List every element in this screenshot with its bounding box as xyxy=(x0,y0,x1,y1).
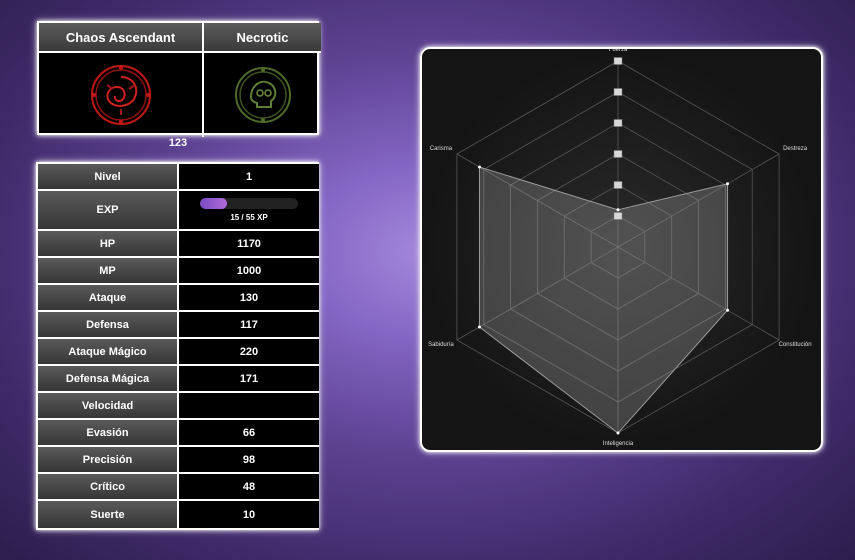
radar-data-point xyxy=(477,325,481,329)
character-id-label: 123 xyxy=(168,137,188,149)
stat-label: Suerte xyxy=(38,501,179,528)
stat-value: 1 xyxy=(179,164,319,189)
exp-progress-bar xyxy=(200,198,298,209)
stat-row: Precisión 98 xyxy=(38,447,319,474)
radar-axis-label: Sabiduría xyxy=(428,342,454,348)
radar-tick-box xyxy=(613,88,623,96)
radar-tick-box xyxy=(613,181,623,189)
element-emblem-cell xyxy=(204,53,321,137)
stat-row-level: Nivel 1 xyxy=(38,164,319,191)
radar-axis-label: Constitución xyxy=(779,342,812,348)
radar-data-area xyxy=(478,166,729,434)
stat-value: 117 xyxy=(179,312,319,337)
class-header-table: Chaos Ascendant Necrotic xyxy=(37,21,321,137)
exp-text: 15 / 55 XP xyxy=(230,213,268,222)
stat-row: Velocidad xyxy=(38,393,319,420)
stat-row: Crítico 48 xyxy=(38,474,319,501)
stat-value: 171 xyxy=(179,366,319,391)
exp-progress-fill xyxy=(200,198,227,209)
stat-value: 10 xyxy=(179,501,319,528)
stat-label: Nivel xyxy=(38,164,179,189)
stat-label: Velocidad xyxy=(38,393,179,418)
exp-cell: 15 / 55 XP xyxy=(179,191,319,229)
stat-row: Ataque Mágico 220 xyxy=(38,339,319,366)
radar-data-point xyxy=(477,165,481,169)
stat-label: Crítico xyxy=(38,474,179,499)
necrotic-emblem-icon xyxy=(234,67,291,123)
stat-label: Ataque Mágico xyxy=(38,339,179,364)
stat-value: 48 xyxy=(179,474,319,499)
stat-row: HP 1170 xyxy=(38,231,319,258)
radar-tick-box xyxy=(613,212,623,220)
stat-label: Evasión xyxy=(38,420,179,445)
radar-data-point xyxy=(726,182,730,186)
radar-data-point xyxy=(616,208,620,212)
radar-tick-box xyxy=(613,119,623,127)
stat-value: 1170 xyxy=(179,231,319,256)
stat-value: 130 xyxy=(179,285,319,310)
radar-data-point xyxy=(616,431,620,435)
radar-tick-box xyxy=(613,150,623,158)
stat-row-exp: EXP 15 / 55 XP xyxy=(38,191,319,231)
class-emblem-cell xyxy=(39,53,204,137)
chaos-emblem-icon xyxy=(90,65,151,125)
stat-row: Defensa 117 xyxy=(38,312,319,339)
class-name: Chaos Ascendant xyxy=(39,23,204,53)
radar-axis-label: Inteligencia xyxy=(603,441,634,447)
radar-axis-label: Fuerza xyxy=(609,49,628,53)
radar-axis-label: Destreza xyxy=(783,146,808,152)
stat-row: MP 1000 xyxy=(38,258,319,285)
stat-row: Ataque 130 xyxy=(38,285,319,312)
stat-value: 66 xyxy=(179,420,319,445)
stat-value: 98 xyxy=(179,447,319,472)
stat-label: EXP xyxy=(38,191,179,229)
stat-label: Ataque xyxy=(38,285,179,310)
stat-label: Defensa xyxy=(38,312,179,337)
stat-row: Evasión 66 xyxy=(38,420,319,447)
stats-radar-chart: Fuerza Destreza Constitución Inteligencia Sa… xyxy=(428,49,812,447)
radar-axis-label: Carisma xyxy=(430,146,453,152)
stat-label: HP xyxy=(38,231,179,256)
radar-chart-panel: Fuerza Destreza Constitución Inteligencia Sa… xyxy=(420,47,823,452)
stat-row: Defensa Mágica 171 xyxy=(38,366,319,393)
stat-label: MP xyxy=(38,258,179,283)
stat-row: Suerte 10 xyxy=(38,501,319,528)
radar-data-point xyxy=(726,308,730,312)
stat-value: 220 xyxy=(179,339,319,364)
stat-label: Precisión xyxy=(38,447,179,472)
stat-value xyxy=(179,393,319,418)
stat-label: Defensa Mágica xyxy=(38,366,179,391)
element-name: Necrotic xyxy=(204,23,321,53)
stat-value: 1000 xyxy=(179,258,319,283)
stats-table: Nivel 1 EXP 15 / 55 XP HP 1170 MP 1000 Ataqu… xyxy=(36,162,319,530)
radar-tick-box xyxy=(613,57,623,65)
